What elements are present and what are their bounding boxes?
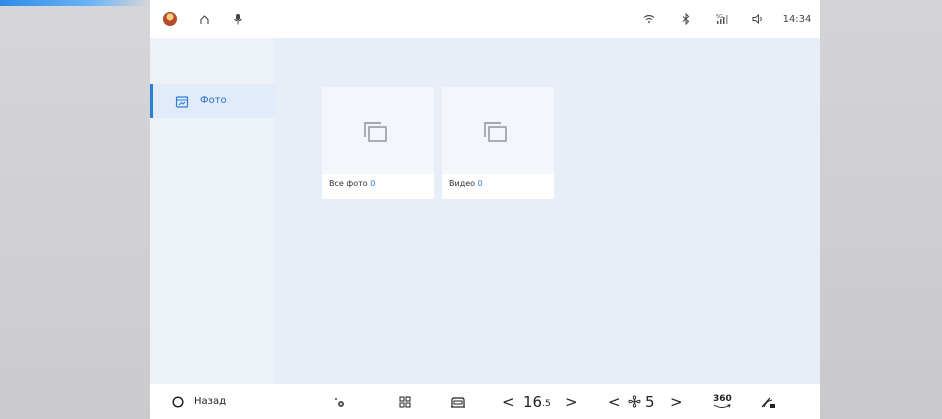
fan-speed-display: 5 (628, 384, 655, 419)
album-count: 0 (370, 179, 376, 188)
album-title: Видео (449, 179, 476, 188)
sidebar: Фото (150, 38, 275, 384)
fan-decrease-button[interactable]: < (608, 384, 621, 419)
bottom-bar: Назад < 16.5 > < 5 > 360 (150, 384, 820, 419)
album-thumbnail (322, 87, 434, 174)
album-caption: Все фото 0 (329, 179, 375, 188)
album-title: Все фото (329, 179, 368, 188)
avatar[interactable] (162, 0, 178, 38)
right-bezel (820, 0, 942, 419)
apps-grid-icon[interactable] (399, 384, 411, 419)
stacked-squares-icon (364, 122, 387, 142)
album-thumbnail (442, 87, 554, 174)
selected-indicator (150, 84, 153, 118)
sidebar-item-photo[interactable]: Фото (150, 84, 275, 118)
temperature-decimal: .5 (542, 399, 551, 409)
temperature-decrease-button[interactable]: < (502, 384, 515, 419)
bluetooth-icon (678, 0, 694, 38)
view-360-label: 360 (713, 393, 732, 404)
status-bar: 5G 14:34 (150, 0, 820, 38)
svg-text:5G: 5G (716, 14, 723, 20)
top-accent-strip (0, 0, 150, 6)
home-icon[interactable] (196, 0, 212, 38)
rotate-arrow-icon (714, 404, 732, 408)
clock: 14:34 (782, 13, 812, 25)
wifi-icon (641, 0, 657, 38)
fan-increase-button[interactable]: > (670, 384, 683, 419)
microphone-icon[interactable] (230, 0, 246, 38)
circle-icon (172, 395, 184, 408)
album-count: 0 (477, 179, 483, 188)
album-caption: Видео 0 (449, 179, 483, 188)
left-bezel (0, 0, 150, 419)
back-label: Назад (194, 396, 227, 407)
sidebar-item-label: Фото (200, 95, 227, 106)
signal-icon: 5G (714, 0, 732, 38)
fan-icon (628, 395, 641, 408)
temperature-increase-button[interactable]: > (565, 384, 578, 419)
screen: 5G 14:34 Фото Все фото 0 Видео 0 Назад <… (150, 0, 820, 419)
temperature-display: 16.5 (523, 384, 551, 419)
album-card-all-photos[interactable]: Все фото 0 (322, 87, 434, 199)
view-360-button[interactable]: 360 (713, 384, 732, 419)
wiper-icon[interactable] (760, 384, 776, 419)
stacked-squares-icon (484, 122, 507, 142)
temperature-value: 16 (523, 392, 543, 411)
settings-shortcut-icon[interactable] (332, 384, 346, 419)
volume-icon[interactable] (750, 0, 766, 38)
back-button[interactable]: Назад (172, 384, 226, 419)
fan-speed-value: 5 (645, 392, 655, 411)
album-card-video[interactable]: Видео 0 (442, 87, 554, 199)
car-seat-icon[interactable] (450, 384, 466, 419)
photo-album-icon (175, 94, 189, 108)
